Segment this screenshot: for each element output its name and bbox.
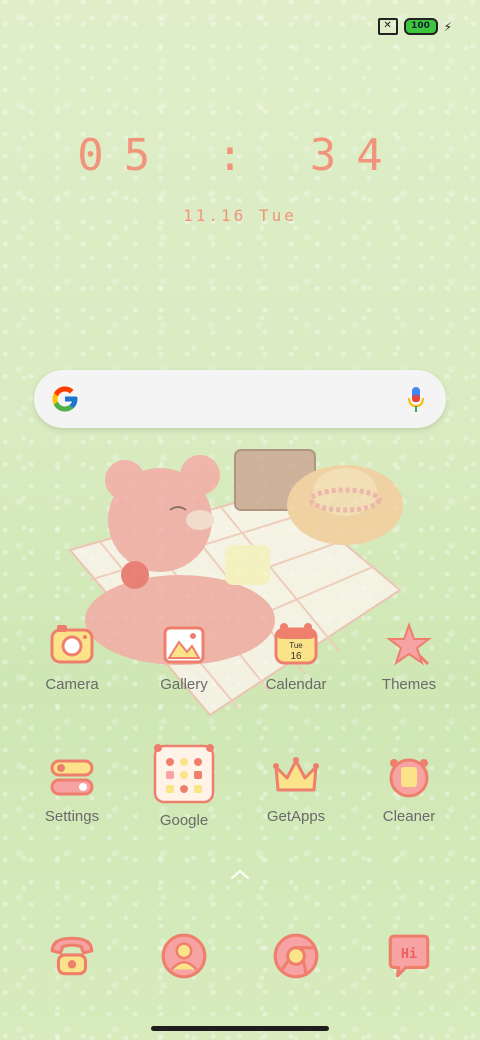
dock-contacts[interactable] [129,930,239,982]
calendar-icon: Tue 16 [274,623,318,665]
folder-icon [153,744,215,804]
app-drawer-chevron-icon[interactable] [230,868,250,880]
camera-icon [50,625,94,664]
app-label: Google [159,812,209,829]
no-sim-icon: ✕ [377,18,398,35]
app-label: Calendar [265,676,327,693]
app-label: Settings [44,808,100,825]
google-search-bar[interactable] [34,370,446,428]
home-gesture-bar[interactable] [151,1026,329,1031]
dock-messages[interactable]: Hi [354,930,464,982]
cleaner-cup-icon [389,758,429,798]
contacts-icon [161,933,207,979]
gallery-icon [163,626,205,664]
charging-icon: ⚡ [443,19,452,34]
star-icon [386,622,432,666]
app-camera[interactable]: Camera [17,620,127,693]
battery-icon: 100 [403,18,438,35]
google-logo-icon [52,386,78,412]
app-calendar[interactable]: Tue 16 Calendar [241,620,351,693]
app-label: Camera [45,676,99,693]
message-hi-text: Hi [401,946,417,962]
status-bar: ✕ 100 ⚡ [377,18,452,35]
chrome-icon [273,933,319,979]
crown-icon [273,757,319,792]
dock-browser[interactable] [241,930,351,982]
calendar-day: Tue [289,641,303,650]
app-gallery[interactable]: Gallery [129,620,239,693]
clock-date[interactable]: 11.16 Tue [0,206,480,225]
settings-toggle-icon [50,759,94,796]
app-google-folder[interactable]: Google [129,742,239,829]
app-label: Gallery [160,676,208,693]
app-settings[interactable]: Settings [17,752,127,825]
app-label: Themes [381,676,437,693]
calendar-date: 16 [290,651,302,662]
message-bubble-icon: Hi [388,934,430,978]
voice-search-icon[interactable] [406,385,426,415]
phone-icon [50,936,94,976]
app-cleaner[interactable]: Cleaner [354,752,464,825]
app-label: GetApps [266,808,326,825]
clock-time[interactable]: 05 : 34 [0,130,480,181]
app-label: Cleaner [382,808,436,825]
dock-phone[interactable] [17,930,127,982]
app-themes[interactable]: Themes [354,620,464,693]
app-getapps[interactable]: GetApps [241,752,351,825]
